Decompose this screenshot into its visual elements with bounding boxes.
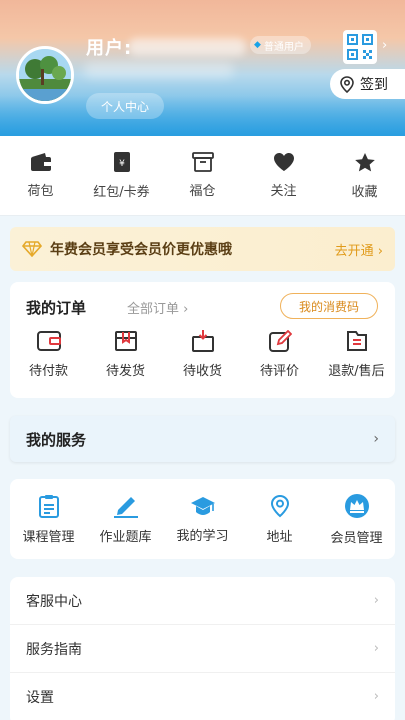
order-pending-shipment[interactable]: 待发货 (87, 330, 164, 379)
vip-open-label: 去开通 (334, 243, 374, 259)
diamond-icon: ◆ (254, 40, 261, 50)
service-member-management[interactable]: 会员管理 (318, 479, 395, 559)
list-item-settings[interactable]: 设置 › (10, 673, 395, 720)
clipboard-icon (38, 494, 59, 518)
quick-item-favorites[interactable]: 收藏 (324, 136, 405, 215)
quick-item-storehouse[interactable]: 福仓 (162, 136, 243, 215)
pending-review-icon (268, 330, 292, 352)
order-pending-payment[interactable]: 待付款 (10, 330, 87, 379)
location-icon (270, 494, 289, 517)
quick-item-label: 荷包 (27, 184, 54, 199)
pen-icon (113, 496, 138, 518)
service-address[interactable]: 地址 (241, 479, 318, 559)
list-item-service-guide[interactable]: 服务指南 › (10, 625, 395, 673)
consume-code-button[interactable]: 我的消费码 (280, 293, 378, 319)
service-label: 我的学习 (176, 528, 229, 544)
quick-item-label: 关注 (270, 184, 297, 199)
service-course-management[interactable]: 课程管理 (10, 479, 87, 559)
all-orders-link[interactable]: 全部订单 › (127, 298, 188, 317)
user-info-redacted (84, 62, 234, 78)
quick-item-label: 收藏 (351, 184, 378, 200)
service-label: 会员管理 (330, 530, 383, 546)
vip-banner[interactable]: 年费会员享受会员价更优惠哦 去开通 › (10, 227, 395, 271)
order-item-label: 退款/售后 (328, 364, 385, 379)
vip-open-link[interactable]: 去开通 › (335, 240, 383, 259)
quick-item-label: 红包/卡券 (93, 185, 150, 200)
qr-code-icon (347, 34, 373, 60)
star-icon (354, 152, 375, 171)
heart-icon (273, 153, 294, 171)
chevron-right-icon: › (373, 689, 379, 704)
avatar[interactable] (16, 46, 74, 104)
signin-button[interactable]: 签到 (330, 69, 405, 99)
order-refund[interactable]: 退款/售后 (318, 330, 395, 379)
refund-icon (346, 331, 367, 351)
orders-card: 我的订单 全部订单 › 我的消费码 待付款 待发货 待收货 待评价 退款/售后 (10, 282, 395, 398)
avatar-image (19, 49, 71, 101)
list-item-label: 服务指南 (26, 641, 82, 658)
my-services-header[interactable]: 我的服务 › (10, 416, 395, 462)
list-item-label: 设置 (26, 689, 54, 706)
username-redacted (128, 38, 246, 56)
signin-label: 签到 (360, 77, 388, 93)
all-orders-label: 全部订单 (127, 302, 180, 317)
order-status-row: 待付款 待发货 待收货 待评价 退款/售后 (10, 330, 395, 379)
services-card: 课程管理 作业题库 我的学习 地址 会员管理 (10, 479, 395, 559)
quick-access-bar: 荷包 ¥ 红包/卡券 福仓 关注 收藏 (0, 136, 405, 216)
user-label: 用户: (86, 38, 133, 59)
order-pending-review[interactable]: 待评价 (241, 330, 318, 379)
member-level-label: 普通用户 (263, 41, 304, 53)
wallet-icon (30, 153, 51, 171)
service-label: 作业题库 (99, 529, 152, 545)
profile-header: 用户: ◆ 普通用户 › 签到 个人中心 (0, 0, 405, 136)
quick-item-wallet[interactable]: 荷包 (0, 136, 81, 215)
service-my-learning[interactable]: 我的学习 (164, 479, 241, 559)
settings-list: 客服中心 › 服务指南 › 设置 › (10, 577, 395, 720)
member-level-badge: ◆ 普通用户 (250, 36, 311, 54)
chevron-right-icon: › (373, 431, 379, 447)
diamond-icon (22, 241, 42, 257)
order-pending-receipt[interactable]: 待收货 (164, 330, 241, 379)
coupon-icon: ¥ (113, 152, 130, 172)
order-item-label: 待收货 (182, 364, 222, 379)
service-label: 课程管理 (22, 529, 75, 545)
qr-code-button[interactable] (343, 30, 377, 64)
service-label: 地址 (266, 529, 293, 545)
personal-center-button[interactable]: 个人中心 (86, 93, 164, 119)
chevron-right-icon: › (373, 641, 379, 656)
box-icon (191, 152, 214, 172)
crown-icon (344, 493, 369, 518)
pending-payment-icon (36, 331, 61, 351)
orders-title: 我的订单 (26, 299, 87, 317)
order-item-label: 待发货 (105, 364, 145, 379)
pending-shipment-icon (114, 331, 137, 351)
chevron-right-icon: › (382, 38, 388, 53)
order-item-label: 待评价 (259, 364, 299, 379)
quick-item-coupon[interactable]: ¥ 红包/卡券 (81, 136, 162, 215)
location-pin-icon (340, 75, 354, 93)
chevron-right-icon: › (373, 593, 379, 608)
vip-promo-text: 年费会员享受会员价更优惠哦 (50, 242, 232, 258)
list-item-label: 客服中心 (26, 593, 82, 610)
svg-text:¥: ¥ (119, 159, 125, 169)
service-homework-bank[interactable]: 作业题库 (87, 479, 164, 559)
order-item-label: 待付款 (28, 364, 68, 379)
my-services-title: 我的服务 (26, 430, 87, 449)
list-item-customer-service[interactable]: 客服中心 › (10, 577, 395, 625)
quick-item-label: 福仓 (189, 184, 216, 199)
pending-receipt-icon (191, 330, 214, 352)
graduation-cap-icon (190, 496, 215, 515)
quick-item-follow[interactable]: 关注 (243, 136, 324, 215)
